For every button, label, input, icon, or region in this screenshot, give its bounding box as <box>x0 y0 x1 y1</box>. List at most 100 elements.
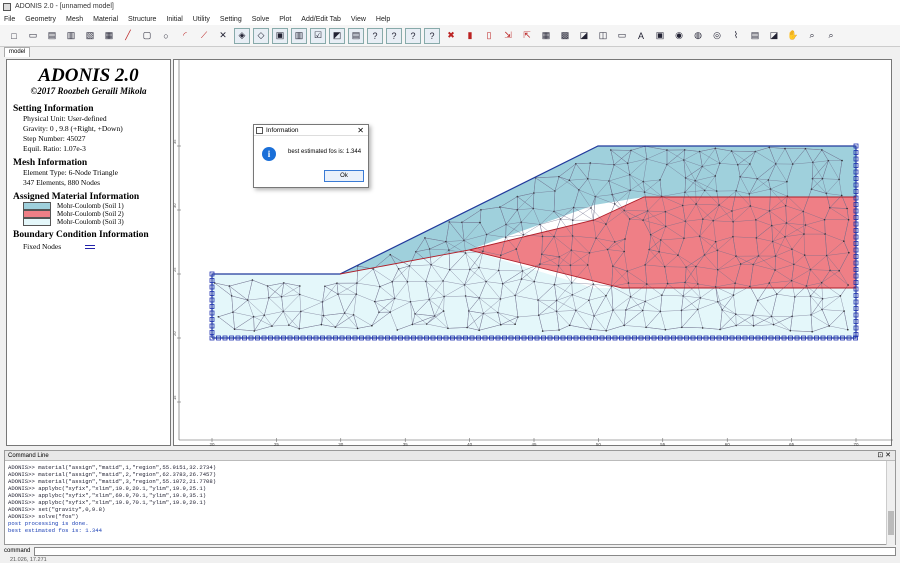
command-scrollbar[interactable] <box>886 461 895 545</box>
mesh-quality-icon[interactable]: ▣ <box>272 27 288 44</box>
circle-tool-icon[interactable]: ○ <box>158 28 174 44</box>
scroll-thumb[interactable] <box>888 511 894 535</box>
zoom-in-icon[interactable]: ⌕ <box>804 28 820 44</box>
x-tick-label: 35 <box>403 442 409 447</box>
menu-material[interactable]: Material <box>93 16 118 23</box>
open-file-icon[interactable]: ▭ <box>25 28 41 44</box>
bc-fixed-row: Fixed Nodes <box>13 242 164 251</box>
equil-ratio-text: Equil. Ratio: 1.07e-3 <box>23 144 86 153</box>
export-image-icon[interactable]: ◪ <box>766 28 782 44</box>
line-tool-icon[interactable]: ╱ <box>120 28 136 44</box>
command-header: Command Line ⊡ ✕ <box>5 451 895 461</box>
tab-strip: model <box>0 47 900 57</box>
grid-icon[interactable]: ▩ <box>557 28 573 44</box>
refine-mesh-icon[interactable]: ◇ <box>253 27 269 44</box>
plot-icon[interactable]: ▭ <box>614 28 630 44</box>
command-log: ADONIS>> material("assign","matid",1,"re… <box>5 461 895 537</box>
command-log-line: ADONIS>> material("assign","matid",2,"re… <box>8 471 217 478</box>
label-icon[interactable]: A <box>633 28 649 44</box>
model-canvas[interactable]: 20 25 30 35 40 45 50 55 60 65 70 35 30 25 20 15 <box>173 59 893 447</box>
calculator-icon[interactable]: ▣ <box>652 28 668 44</box>
command-input-label: command <box>4 548 31 554</box>
menu-view[interactable]: View <box>351 16 366 23</box>
panel-controls-icon[interactable]: ⊡ ✕ <box>877 451 891 461</box>
menu-plot[interactable]: Plot <box>279 16 291 23</box>
material-row-soil-2: Mohr-Coulomb (Soil 2) <box>13 210 164 218</box>
x-tick-label: 45 <box>531 442 537 447</box>
command-log-line: ADONIS>> material("assign","matid",3,"re… <box>8 478 217 485</box>
help-query-4-icon[interactable]: ? <box>424 27 440 44</box>
mesh-plot: 20 25 30 35 40 45 50 55 60 65 70 35 30 25 20 15 <box>174 60 893 447</box>
load-2-icon[interactable]: ⇱ <box>519 28 535 44</box>
history-icon[interactable]: ◎ <box>709 28 725 44</box>
info-dialog: Information ✕ i best estimated fos is: 1… <box>253 124 369 188</box>
vector-icon[interactable]: ◫ <box>595 28 611 44</box>
mesh-tool-icon[interactable]: ◈ <box>234 27 250 44</box>
x-tick-label: 70 <box>853 442 859 447</box>
element-type-text: Element Type: 6-Node Triangle <box>23 168 118 177</box>
command-log-line: ADONIS>> solve("fos") <box>8 513 79 520</box>
chart-icon[interactable]: ⌇ <box>728 28 744 44</box>
mesh-node <box>389 253 392 256</box>
help-query-3-icon[interactable]: ? <box>405 27 421 44</box>
color-map-icon[interactable]: ◉ <box>671 28 687 44</box>
menu-structure[interactable]: Structure <box>128 16 156 23</box>
dialog-app-icon <box>256 127 263 134</box>
bc-fix-icon[interactable]: ▮ <box>462 28 478 44</box>
fixed-node-symbol-icon <box>85 244 96 249</box>
export-icon[interactable]: ▧ <box>82 28 98 44</box>
menu-geometry[interactable]: Geometry <box>25 16 56 23</box>
load-icon[interactable]: ⇲ <box>500 28 516 44</box>
mesh-node <box>847 328 849 331</box>
print-icon[interactable]: ▦ <box>101 28 117 44</box>
menu-initial[interactable]: Initial <box>166 16 182 23</box>
rectangle-tool-icon[interactable]: ▢ <box>139 28 155 44</box>
material-row-soil-3: Mohr-Coulomb (Soil 3) <box>13 218 164 226</box>
polyline-tool-icon[interactable]: ⟋ <box>196 28 212 44</box>
table-icon[interactable]: ▦ <box>538 28 554 44</box>
material-swatch <box>23 218 51 226</box>
results-icon[interactable]: ◍ <box>690 28 706 44</box>
material-icon[interactable]: ▥ <box>291 27 307 44</box>
command-log-line: ADONIS>> set("gravity",0,9.8) <box>8 506 106 513</box>
save-as-icon[interactable]: ▥ <box>63 28 79 44</box>
pan-hand-icon[interactable]: ✋ <box>785 28 801 44</box>
menu-solve[interactable]: Solve <box>252 16 270 23</box>
help-query-icon[interactable]: ? <box>367 27 383 44</box>
arc-tool-icon[interactable]: ◜ <box>177 28 193 44</box>
zoom-out-icon[interactable]: ⌕ <box>823 28 839 44</box>
y-tick-label: 20 <box>174 331 177 336</box>
menu-setting[interactable]: Setting <box>220 16 242 23</box>
material-row-soil-1: Mohr-Coulomb (Soil 1) <box>13 202 164 210</box>
material-assign-icon[interactable]: ☑ <box>310 27 326 44</box>
report-icon[interactable]: ▤ <box>747 28 763 44</box>
help-query-2-icon[interactable]: ? <box>386 27 402 44</box>
menu-file[interactable]: File <box>4 16 15 23</box>
menu-mesh[interactable]: Mesh <box>66 16 83 23</box>
x-tick-label: 30 <box>338 442 344 447</box>
save-file-icon[interactable]: ▤ <box>44 28 60 44</box>
menu-utility[interactable]: Utility <box>193 16 210 23</box>
command-input[interactable] <box>34 546 896 556</box>
gravity-text: Gravity: 0 , 9.8 (+Right, +Down) <box>23 124 123 133</box>
title-bar: ADONIS 2.0 - [unnamed model] <box>0 0 900 13</box>
menu-help[interactable]: Help <box>376 16 390 23</box>
dialog-title: Information <box>266 127 299 134</box>
information-icon: i <box>262 147 276 161</box>
menu-add-edit-tab[interactable]: Add/Edit Tab <box>301 16 341 23</box>
delete-geometry-icon[interactable]: ✕ <box>215 28 231 44</box>
mesh-edge <box>573 207 594 221</box>
command-log-line: ADONIS>> applybc("xyfix","xlim",19.9,20.… <box>8 485 207 492</box>
x-tick-label: 55 <box>660 442 666 447</box>
new-file-icon[interactable]: □ <box>6 28 22 44</box>
contour-icon[interactable]: ◪ <box>576 28 592 44</box>
material-edit-icon[interactable]: ◩ <box>329 27 345 44</box>
bc-roller-icon[interactable]: ▯ <box>481 28 497 44</box>
setting-info-title: Setting Information <box>13 104 94 114</box>
delete-bc-icon[interactable]: ✖ <box>443 28 459 44</box>
dialog-close-icon[interactable]: ✕ <box>357 125 364 136</box>
tab-model[interactable]: model <box>4 47 31 57</box>
physical-unit-text: Physical Unit: User-defined <box>23 114 107 123</box>
ok-button[interactable]: Ok <box>324 170 364 182</box>
material-list-icon[interactable]: ▤ <box>348 27 364 44</box>
